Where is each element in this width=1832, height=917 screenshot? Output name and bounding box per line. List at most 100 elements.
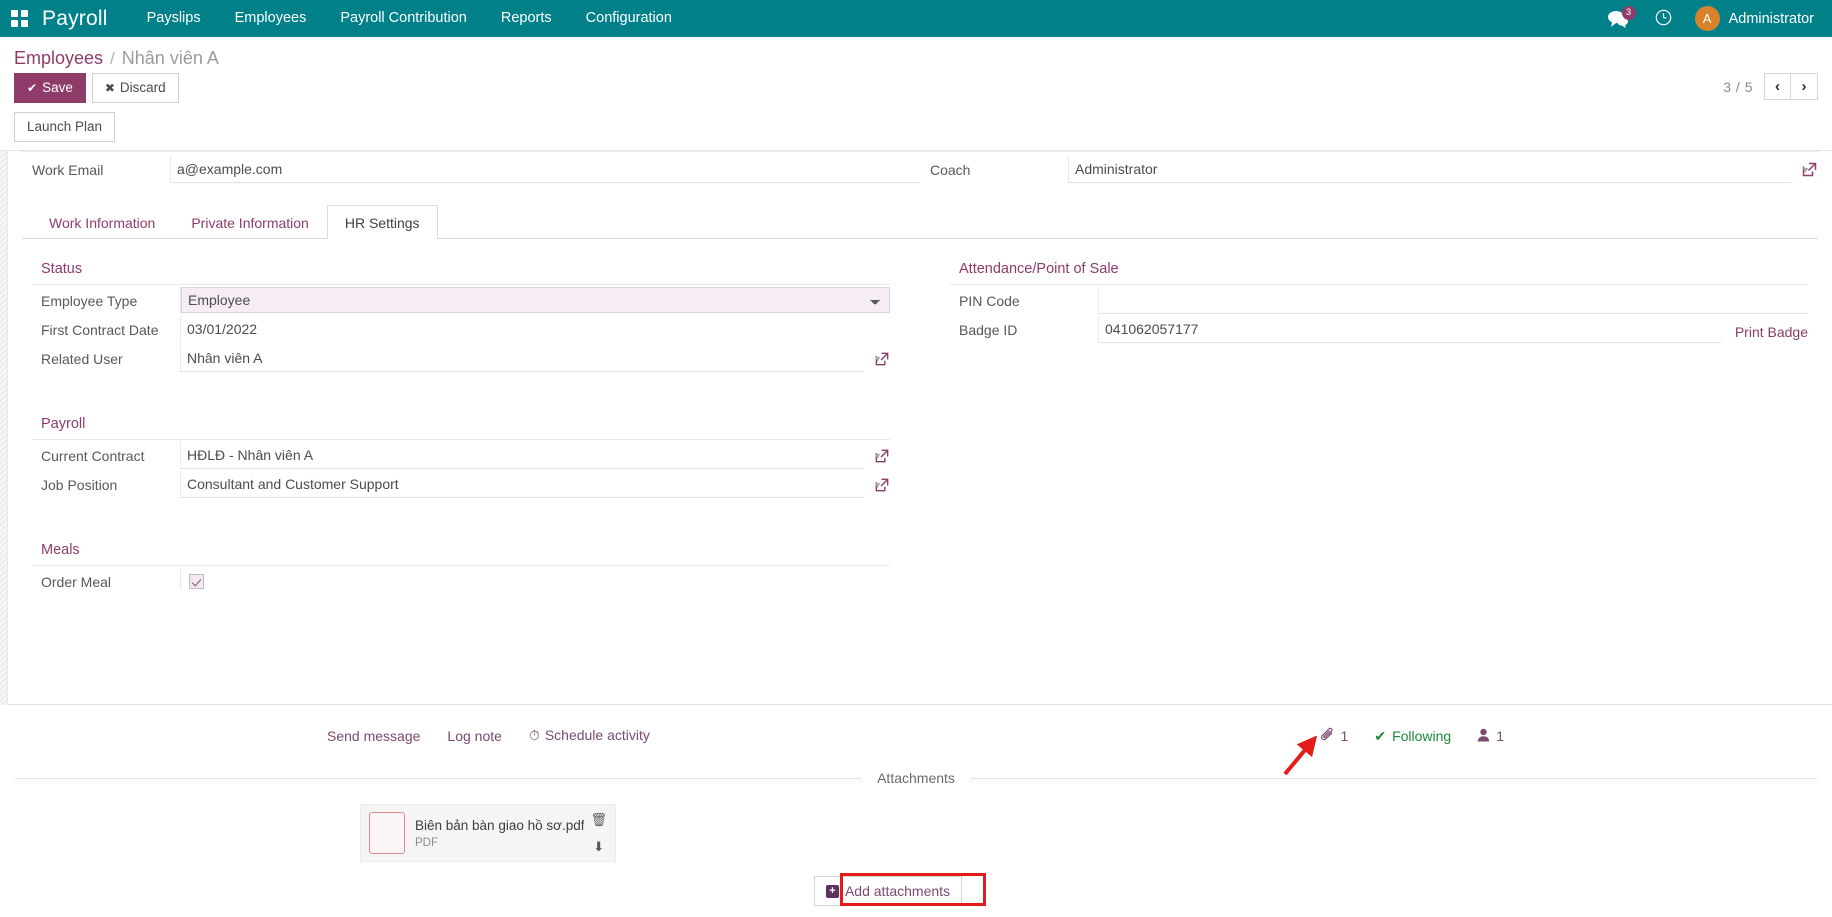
pager-counter: 3 / 5 [1723,79,1753,95]
related-user-input[interactable] [181,345,864,372]
hr-settings-right-column: Attendance/Point of Sale PIN Code Badge … [920,261,1808,597]
record-pager: 3 / 5 ‹ › [1723,73,1818,100]
notebook-tabs: Work Information Private Information HR … [22,205,1818,239]
current-contract-label: Current Contract [32,442,180,464]
following-button[interactable]: ✔ Following [1374,728,1451,745]
breadcrumb: Employees / Nhân viên A [14,37,1818,73]
employee-type-select[interactable]: Employee [181,287,890,313]
attachments-counter-button[interactable]: 1 [1320,727,1349,745]
work-email-input[interactable] [171,156,920,183]
messages-menu[interactable]: 3 [1594,0,1642,37]
nav-item-configuration[interactable]: Configuration [569,0,689,37]
current-contract-input[interactable] [181,442,864,469]
order-meal-label: Order Meal [32,568,180,590]
send-message-button[interactable]: Send message [327,728,420,744]
chatter-toolbar: Send message Log note ⏱ Schedule activity… [14,717,1818,744]
top-fields-row: Work Email Coach ▼ [22,151,1818,183]
order-meal-checkbox[interactable] [189,574,204,589]
form-scroll-area: Work Email Coach ▼ [0,151,1832,705]
apps-grid-icon[interactable] [0,0,38,37]
group-title-attendance: Attendance/Point of Sale [950,261,1808,285]
badge-id-label: Badge ID [950,316,1098,338]
messages-icon: 3 [1607,10,1629,28]
pin-code-label: PIN Code [950,287,1098,309]
nav-item-payroll-contribution[interactable]: Payroll Contribution [323,0,484,37]
badge-id-input[interactable] [1099,316,1721,343]
close-icon: ✖ [105,81,115,95]
breadcrumb-current-record: Nhân viên A [122,48,219,69]
nav-item-employees[interactable]: Employees [218,0,324,37]
save-button[interactable]: ✔Save [14,73,86,103]
nav-item-reports[interactable]: Reports [484,0,569,37]
tab-hr-settings[interactable]: HR Settings [327,205,438,239]
order-meal-field-row: Order Meal [32,568,890,597]
pin-code-input[interactable] [1099,287,1808,314]
pdf-file-icon:  [369,812,405,854]
save-button-label: Save [42,80,73,95]
first-contract-date-value: 03/01/2022 [181,316,257,343]
attachment-file-name[interactable]: Biên bản bàn giao hồ sơ.pdf [415,818,584,833]
download-icon[interactable]: ⬇ [593,840,604,853]
action-buttons-row: Launch Plan [14,112,1818,150]
hr-settings-left-column: Status Employee Type Employee First Cont… [32,261,920,597]
coach-external-link-icon[interactable] [1801,161,1818,178]
attachment-card[interactable]:  Biên bản bàn giao hồ sơ.pdf PDF 🗑 ⬇ [360,804,616,862]
related-user-external-link-icon[interactable] [874,351,890,367]
add-attachments-button[interactable]: +Add attachments [814,876,962,906]
user-menu[interactable]: A Administrator [1685,6,1816,31]
tab-work-information[interactable]: Work Information [31,205,173,239]
employee-type-field-row: Employee Type Employee [32,287,890,316]
job-position-input[interactable] [181,471,864,498]
avatar: A [1695,6,1720,31]
user-icon [1477,728,1490,745]
activities-menu[interactable] [1642,0,1685,37]
pin-code-field-row: PIN Code [950,287,1808,316]
attachment-file-type: PDF [415,837,584,849]
trash-icon[interactable]: 🗑 [590,813,607,826]
control-panel: Employees / Nhân viên A ✔Save ✖ Discard 3… [0,37,1832,151]
schedule-activity-button[interactable]: ⏱ Schedule activity [529,727,650,744]
messages-count-badge: 3 [1622,6,1636,20]
clock-icon: ⏱ [529,727,540,743]
schedule-activity-label: Schedule activity [545,727,650,743]
chatter: Send message Log note ⏱ Schedule activity… [0,705,1832,906]
discard-button[interactable]: ✖ Discard [92,73,179,103]
employee-type-label: Employee Type [32,287,180,309]
job-position-field-row: Job Position ▼ [32,471,890,500]
current-contract-external-link-icon[interactable] [874,448,890,464]
pager-previous-button[interactable]: ‹ [1764,73,1791,100]
record-actions-row: ✔Save ✖ Discard 3 / 5 ‹ › [14,73,1818,112]
group-title-meals: Meals [32,542,890,566]
followers-button[interactable]: 1 [1477,728,1504,745]
app-brand-payroll[interactable]: Payroll [38,7,130,31]
breadcrumb-employees[interactable]: Employees [14,48,103,69]
print-badge-button[interactable]: Print Badge [1735,319,1808,340]
top-navbar: Payroll Payslips Employees Payroll Contr… [0,0,1832,37]
following-label: Following [1392,728,1451,744]
related-user-field-row: Related User ▼ [32,345,890,374]
tab-private-information[interactable]: Private Information [173,205,327,239]
launch-plan-button[interactable]: Launch Plan [14,112,115,142]
log-note-button[interactable]: Log note [447,728,502,744]
check-icon: ✔ [1374,728,1386,745]
add-attachments-row: +Add attachments [14,876,1818,906]
form-sheet: Work Email Coach ▼ [8,151,1832,705]
coach-input[interactable] [1069,156,1791,183]
tab-panel-hr-settings: Status Employee Type Employee First Cont… [22,239,1818,597]
job-position-external-link-icon[interactable] [874,477,890,493]
coach-label: Coach [920,156,1068,178]
user-name-label: Administrator [1729,11,1814,27]
discard-button-label: Discard [120,80,166,95]
nav-item-payslips[interactable]: Payslips [130,0,218,37]
notebook: Work Information Private Information HR … [22,183,1818,597]
pager-next-button[interactable]: › [1791,73,1818,100]
coach-field-row: Coach ▼ [920,156,1818,183]
clock-icon [1655,9,1672,29]
navbar-systray: 3 A Administrator [1594,0,1816,37]
paperclip-icon [1320,727,1335,745]
plus-square-icon: + [826,885,839,898]
breadcrumb-separator: / [110,49,115,69]
related-user-label: Related User [32,345,180,367]
scroll-gutter [0,151,8,705]
followers-count: 1 [1496,728,1504,744]
